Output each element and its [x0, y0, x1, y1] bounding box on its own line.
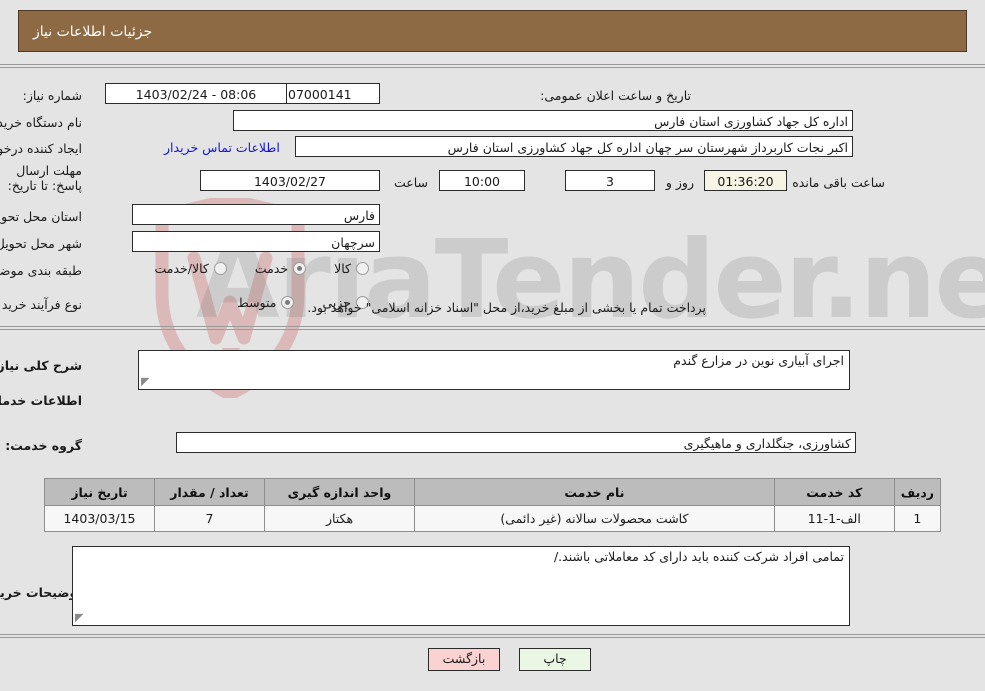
- delivery-province-label: استان محل تحویل:: [0, 209, 82, 224]
- back-button[interactable]: بازگشت: [428, 648, 500, 671]
- remaining-countdown-value: 01:36:20: [704, 170, 787, 191]
- table-cell-service-name: کاشت محصولات سالانه (غیر دائمی): [414, 505, 775, 532]
- services-section-title: اطلاعات خدمات مورد نیاز: [0, 393, 82, 408]
- requester-value: اکبر نجات کاربرداز شهرستان سر چهان اداره…: [295, 136, 853, 157]
- buyer-org-value: اداره کل جهاد کشاورزی استان فارس: [233, 110, 853, 131]
- buyer-contact-link[interactable]: اطلاعات تماس خریدار: [164, 140, 280, 155]
- divider-bottom: [0, 634, 985, 638]
- table-cell-row-no: 1: [893, 505, 942, 532]
- page-title-bar: جزئیات اطلاعات نیاز: [18, 10, 967, 52]
- table-header-cell: تاریخ نیاز: [44, 478, 155, 506]
- need-number-label: شماره نیاز:: [22, 88, 82, 103]
- delivery-province-value: فارس: [132, 204, 380, 225]
- table-header-cell: نام خدمت: [414, 478, 775, 506]
- table-header-cell: ردیف: [893, 478, 942, 506]
- table-header-row: ردیف کد خدمت نام خدمت واحد اندازه گیری ت…: [44, 478, 942, 506]
- radio-process-motavaset[interactable]: متوسط: [237, 295, 295, 310]
- table-cell-service-code: الف-1-11: [773, 505, 895, 532]
- subject-category-label: طبقه بندی موضوعی:: [0, 263, 82, 278]
- delivery-city-value: سرچهان: [132, 231, 380, 252]
- deadline-date-value: 1403/02/27: [200, 170, 380, 191]
- divider-middle: [0, 326, 985, 330]
- remaining-days-word: روز و: [665, 175, 694, 190]
- radio-label: متوسط: [237, 295, 277, 310]
- deadline-time-word: ساعت: [393, 175, 428, 190]
- table-cell-quantity: 7: [154, 505, 265, 532]
- radio-label: کالا: [334, 261, 351, 276]
- subject-category-radio-group[interactable]: کالا خدمت کالا/خدمت: [154, 261, 369, 276]
- radio-dot-icon[interactable]: [213, 262, 227, 275]
- print-button[interactable]: چاپ: [519, 648, 591, 671]
- radio-label: کالا/خدمت: [154, 261, 209, 276]
- service-group-value: کشاورزی، جنگلداری و ماهیگیری: [176, 432, 856, 453]
- radio-subject-khedmat[interactable]: خدمت: [254, 261, 307, 276]
- services-table: ردیف کد خدمت نام خدمت واحد اندازه گیری ت…: [44, 478, 942, 532]
- announce-datetime-value: 08:06 - 1403/02/24: [105, 83, 287, 104]
- resize-grip-icon[interactable]: ◥: [141, 375, 153, 388]
- buyer-notes-textarea[interactable]: تمامی افراد شرکت کننده باید دارای کد معا…: [72, 546, 850, 626]
- table-cell-unit: هکتار: [264, 505, 415, 532]
- table-header-cell: تعداد / مقدار: [154, 478, 265, 506]
- announce-datetime-label: تاریخ و ساعت اعلان عمومی:: [540, 88, 691, 103]
- buyer-org-label: نام دستگاه خریدار:: [0, 115, 82, 130]
- deadline-label: مهلت ارسال پاسخ: تا تاریخ:: [7, 163, 82, 193]
- page-title: جزئیات اطلاعات نیاز: [33, 24, 153, 40]
- remaining-days-value: 3: [565, 170, 655, 191]
- table-header-cell: کد خدمت: [773, 478, 895, 506]
- radio-dot-icon[interactable]: [293, 262, 307, 275]
- need-details-page: جزئیات اطلاعات نیاز AriaTender.net شماره…: [0, 0, 985, 691]
- radio-dot-icon[interactable]: [281, 296, 295, 309]
- service-group-label: گروه خدمت:: [5, 438, 82, 453]
- resize-grip-icon[interactable]: ◥: [75, 611, 87, 624]
- requester-label: ایجاد کننده درخواست:: [0, 141, 82, 156]
- description-textarea[interactable]: اجرای آبیاری نوین در مزارع گندم ◥: [138, 350, 850, 390]
- remaining-suffix-word: ساعت باقی مانده: [792, 175, 885, 190]
- buyer-notes-value: تمامی افراد شرکت کننده باید دارای کد معا…: [553, 549, 844, 564]
- table-row: 1 الف-1-11 کاشت محصولات سالانه (غیر دائم…: [44, 505, 942, 532]
- radio-subject-kala-khedmat[interactable]: کالا/خدمت: [154, 261, 227, 276]
- table-header-cell: واحد اندازه گیری: [264, 478, 415, 506]
- radio-dot-icon[interactable]: [356, 262, 369, 275]
- description-label: شرح کلی نیاز:: [0, 358, 82, 373]
- purchase-process-label: نوع فرآیند خرید :: [0, 297, 82, 312]
- deadline-time-value: 10:00: [439, 170, 525, 191]
- radio-label: خدمت: [254, 261, 289, 276]
- buyer-notes-label: توضیحات خریدار:: [0, 585, 82, 600]
- divider-top: [0, 64, 985, 68]
- description-value: اجرای آبیاری نوین در مزارع گندم: [673, 353, 844, 368]
- delivery-city-label: شهر محل تحویل:: [0, 236, 82, 251]
- table-cell-need-date: 1403/03/15: [44, 505, 155, 532]
- radio-subject-kala[interactable]: کالا: [334, 261, 369, 276]
- treasury-note: پرداخت تمام یا بخشی از مبلغ خرید،از محل …: [307, 300, 706, 315]
